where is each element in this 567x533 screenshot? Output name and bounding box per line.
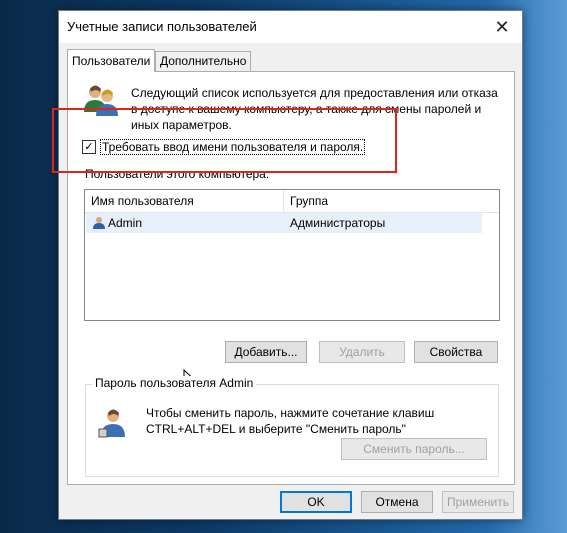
tab-users[interactable]: Пользователи xyxy=(67,49,156,72)
user-icon xyxy=(92,216,106,233)
title-bar[interactable]: Учетные записи пользователей ✕ xyxy=(59,11,522,43)
remove-user-button[interactable]: Удалить xyxy=(319,341,405,363)
users-list-header: Имя пользователя Группа xyxy=(85,190,499,213)
add-user-button[interactable]: Добавить... xyxy=(225,341,307,363)
user-group-cell: Администраторы xyxy=(290,216,386,230)
password-instructions-line2: CTRL+ALT+DEL и выберите "Сменить пароль" xyxy=(146,422,406,436)
column-header-group[interactable]: Группа xyxy=(290,194,328,208)
apply-button[interactable]: Применить xyxy=(442,491,514,513)
user-accounts-dialog: Учетные записи пользователей ✕ Пользоват… xyxy=(58,10,523,520)
highlight-annotation xyxy=(52,108,397,173)
ok-button[interactable]: OK xyxy=(280,491,352,513)
properties-button[interactable]: Свойства xyxy=(414,341,498,363)
password-instructions-line1: Чтобы сменить пароль, нажмите сочетание … xyxy=(146,406,435,420)
cancel-button[interactable]: Отмена xyxy=(361,491,433,513)
close-button[interactable]: ✕ xyxy=(482,11,522,43)
user-key-icon xyxy=(98,407,130,444)
password-group: Пароль пользователя Admin Чтобы сменить … xyxy=(85,376,499,477)
tab-advanced[interactable]: Дополнительно xyxy=(155,51,252,71)
table-row[interactable]: Admin Администраторы xyxy=(86,213,482,233)
column-header-username[interactable]: Имя пользователя xyxy=(91,194,194,208)
window-title: Учетные записи пользователей xyxy=(67,19,257,34)
password-instructions: Чтобы сменить пароль, нажмите сочетание … xyxy=(146,405,434,437)
password-group-title: Пароль пользователя Admin xyxy=(92,376,257,390)
users-list[interactable]: Имя пользователя Группа Admin Администра… xyxy=(84,189,500,387)
change-password-button[interactable]: Сменить пароль... xyxy=(341,438,487,460)
column-divider[interactable] xyxy=(283,190,284,212)
user-name-cell: Admin xyxy=(108,216,143,230)
